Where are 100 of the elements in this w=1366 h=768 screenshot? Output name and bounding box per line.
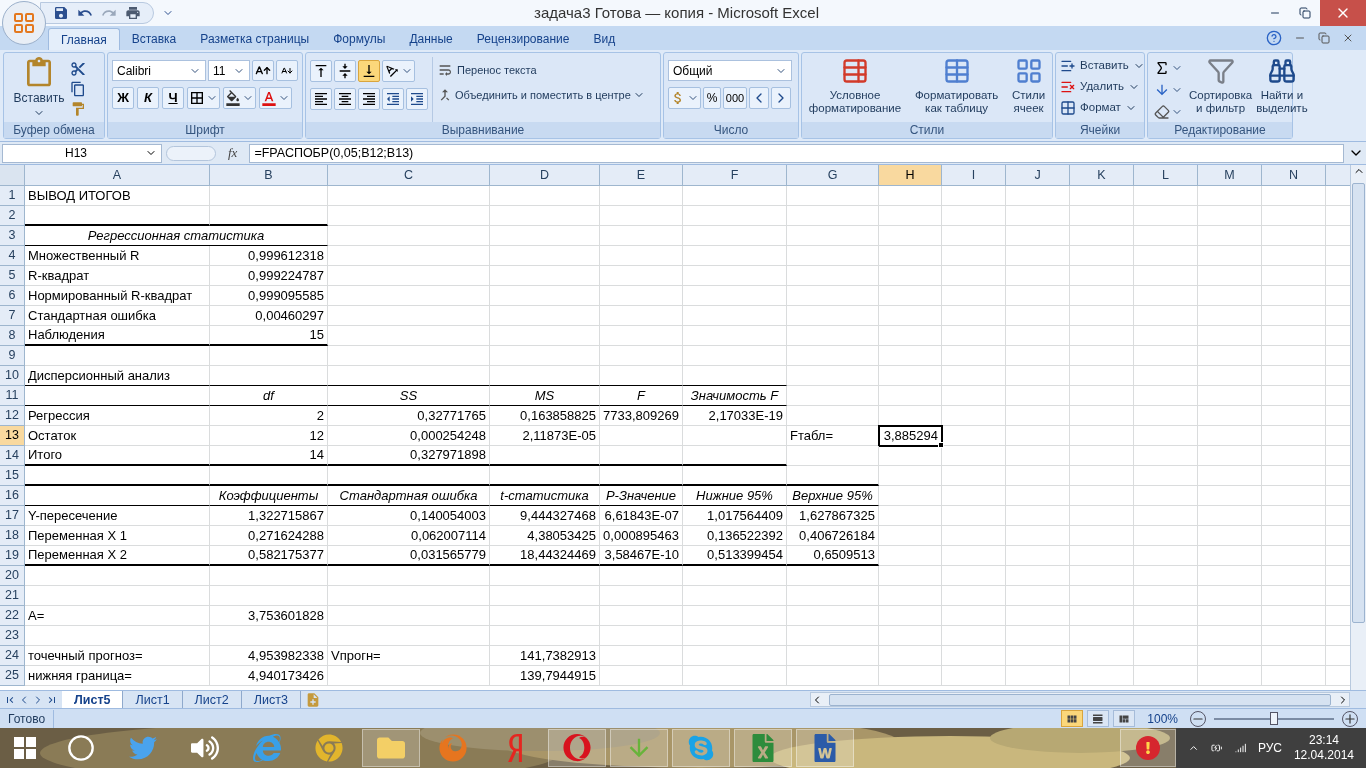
row-header[interactable]: 10 — [0, 366, 25, 386]
row-header[interactable]: 24 — [0, 646, 25, 666]
row-header[interactable]: 1 — [0, 186, 25, 206]
scroll-thumb[interactable] — [829, 693, 1331, 706]
scroll-thumb[interactable] — [1352, 183, 1365, 623]
styles-button[interactable]: Условное форматирование — [808, 57, 902, 122]
column-header[interactable]: N — [1262, 165, 1326, 186]
italic-button[interactable]: К — [137, 87, 159, 109]
styles-button[interactable]: Стили ячеек — [1012, 57, 1046, 122]
zoom-level[interactable]: 100% — [1139, 709, 1186, 728]
decrease-indent-button[interactable] — [382, 88, 404, 110]
ribbon-tab[interactable]: Данные — [397, 28, 465, 50]
row-header[interactable]: 3 — [0, 226, 25, 246]
cells-button[interactable]: Вставить — [1060, 57, 1145, 75]
styles-button[interactable]: Форматировать как таблицу — [914, 57, 999, 122]
row-header[interactable]: 2 — [0, 206, 25, 226]
thousands-button[interactable]: 000 — [723, 87, 747, 109]
ribbon-tab[interactable]: Разметка страницы — [188, 28, 322, 50]
horizontal-scrollbar[interactable] — [810, 692, 1350, 707]
row-header[interactable]: 9 — [0, 346, 25, 366]
save-icon[interactable] — [53, 5, 69, 21]
align-right-button[interactable] — [358, 88, 380, 110]
sheet-tab[interactable]: Лист5 — [62, 691, 124, 708]
clock-date[interactable]: 12.04.2014 — [1293, 748, 1354, 763]
ribbon-tab[interactable]: Вставка — [119, 28, 189, 50]
print-preview-icon[interactable] — [125, 5, 141, 21]
cells-button[interactable]: Формат — [1060, 99, 1145, 117]
row-header[interactable]: 11 — [0, 386, 25, 406]
row-header[interactable]: 18 — [0, 526, 25, 546]
row-header[interactable]: 5 — [0, 266, 25, 286]
shrink-font-button[interactable] — [276, 60, 298, 81]
merge-center-button[interactable]: Объединить и поместить в центре — [437, 86, 645, 103]
row-header[interactable]: 16 — [0, 486, 25, 506]
copy-icon[interactable] — [70, 81, 86, 97]
ribbon-tab[interactable]: Главная — [48, 28, 120, 50]
grow-font-button[interactable] — [252, 60, 274, 81]
column-header[interactable]: E — [600, 165, 683, 186]
column-header[interactable]: H — [879, 165, 942, 186]
view-button[interactable] — [1087, 710, 1110, 727]
ribbon-tab[interactable]: Рецензирование — [464, 28, 582, 50]
font-size-field[interactable]: 11 — [208, 60, 250, 81]
clock-time[interactable]: 23:14 — [1308, 733, 1339, 748]
borders-button[interactable] — [187, 87, 220, 109]
column-header[interactable]: J — [1006, 165, 1070, 186]
number-format-field[interactable]: Общий — [668, 60, 792, 81]
increase-indent-button[interactable] — [406, 88, 428, 110]
percent-button[interactable]: % — [703, 87, 721, 109]
column-header[interactable]: D — [490, 165, 600, 186]
row-header[interactable]: 23 — [0, 626, 25, 646]
scissors-icon[interactable] — [70, 61, 86, 77]
align-center-button[interactable] — [334, 88, 356, 110]
view-button[interactable] — [1061, 710, 1084, 727]
column-header[interactable]: A — [25, 165, 210, 186]
language-indicator[interactable]: РУС — [1257, 739, 1282, 757]
zoom-slider-thumb[interactable] — [1270, 711, 1278, 725]
row-header[interactable]: 21 — [0, 586, 25, 606]
editing-button[interactable]: Сортировка и фильтр — [1189, 57, 1253, 122]
column-header[interactable]: L — [1134, 165, 1198, 186]
taskbar-button[interactable] — [796, 729, 854, 767]
name-box[interactable]: H13 — [2, 143, 162, 163]
row-header[interactable]: 15 — [0, 466, 25, 486]
fill-color-button[interactable] — [223, 87, 256, 109]
row-header[interactable]: 12 — [0, 406, 25, 426]
cells-button[interactable]: Удалить — [1060, 78, 1145, 96]
row-header[interactable]: 4 — [0, 246, 25, 266]
column-header[interactable]: K — [1070, 165, 1134, 186]
close-icon[interactable] — [1342, 32, 1354, 44]
vertical-align-button[interactable] — [334, 60, 356, 82]
formula-divider-handle[interactable] — [166, 145, 216, 161]
tray-app-button[interactable] — [1120, 729, 1176, 767]
taskbar-button[interactable] — [548, 729, 606, 767]
wrap-text-button[interactable]: Перенос текста — [437, 62, 537, 79]
row-header[interactable]: 13 — [0, 426, 25, 446]
row-header[interactable]: 14 — [0, 446, 25, 466]
editing-button[interactable]: Найти и выделить — [1256, 57, 1308, 122]
formula-field[interactable]: =FРАСПОБР(0,05;B12;B13) — [249, 143, 1344, 163]
row-header[interactable]: 19 — [0, 546, 25, 566]
fill-handle[interactable] — [938, 442, 944, 448]
taskbar-button[interactable] — [734, 729, 792, 767]
column-header[interactable]: C — [328, 165, 490, 186]
column-header[interactable]: F — [683, 165, 787, 186]
vertical-scrollbar[interactable] — [1350, 165, 1366, 690]
underline-button[interactable]: Ч — [162, 87, 184, 109]
insert-function-button[interactable]: fx — [220, 143, 246, 163]
ribbon-tab[interactable]: Формулы — [321, 28, 398, 50]
column-header[interactable]: M — [1198, 165, 1262, 186]
align-left-button[interactable] — [310, 88, 332, 110]
row-header[interactable]: 6 — [0, 286, 25, 306]
vertical-align-button[interactable] — [358, 60, 380, 82]
column-header[interactable]: B — [210, 165, 328, 186]
vertical-align-button[interactable] — [310, 60, 332, 82]
restore-icon[interactable] — [1318, 32, 1330, 44]
view-button[interactable] — [1113, 710, 1136, 727]
row-header[interactable]: 7 — [0, 306, 25, 326]
font-color-button[interactable] — [259, 87, 292, 109]
orientation-button[interactable] — [382, 60, 415, 82]
row-header[interactable]: 8 — [0, 326, 25, 346]
ribbon-tab[interactable]: Вид — [581, 28, 628, 50]
paste-button[interactable]: Вставить — [8, 57, 70, 122]
column-header[interactable]: I — [942, 165, 1006, 186]
